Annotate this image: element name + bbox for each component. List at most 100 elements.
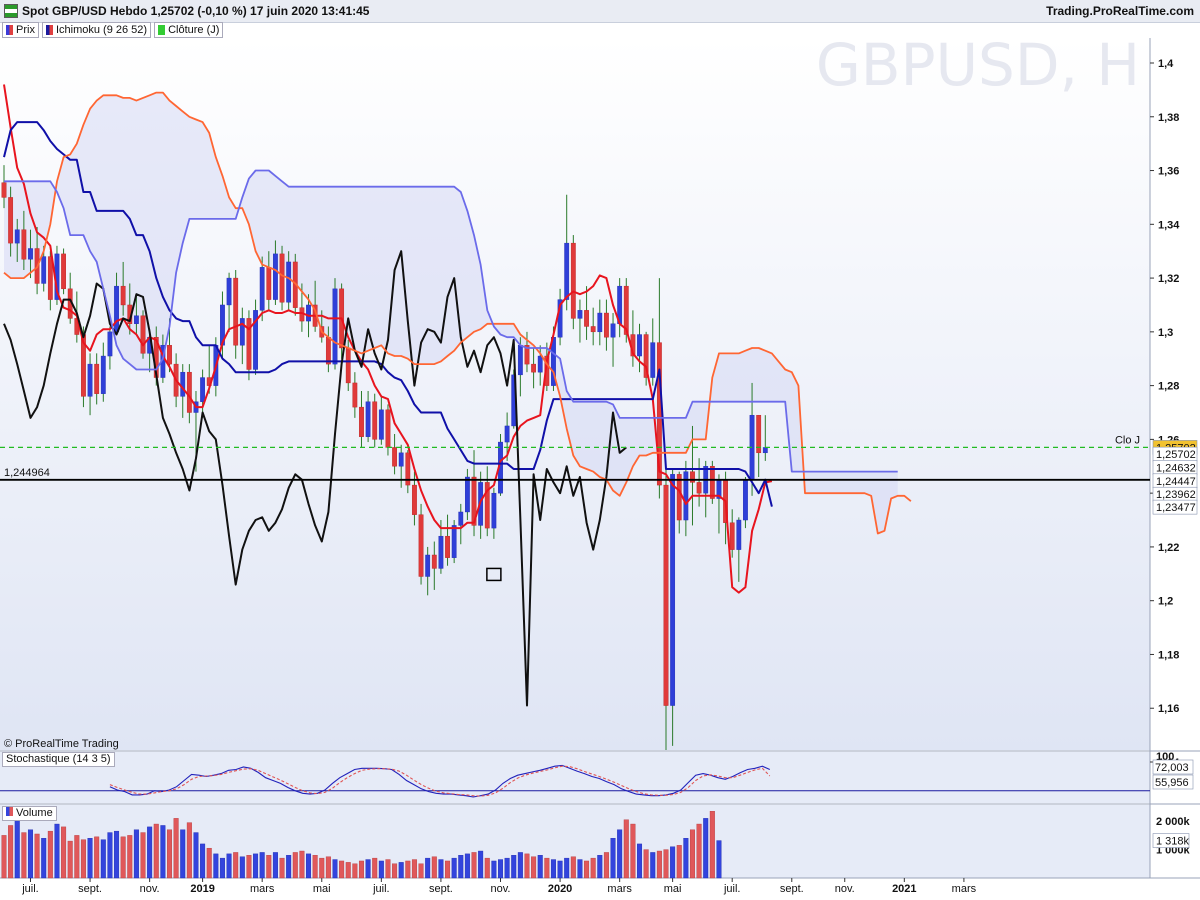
volume-bar (643, 849, 649, 879)
volume-bar (623, 819, 629, 879)
candle (392, 447, 397, 467)
candle (41, 256, 47, 284)
volume-bar (405, 860, 411, 879)
volume-bar (74, 835, 80, 879)
volume-bar (683, 838, 689, 879)
volume-bar (246, 855, 252, 879)
candle (365, 401, 371, 437)
volume-bar (292, 852, 298, 879)
candle (167, 345, 172, 365)
volume-bar (259, 852, 265, 879)
volume-value-label: 1 318k (1156, 836, 1190, 848)
volume-bar (716, 840, 722, 879)
volume-bar (504, 857, 510, 879)
volume-bar (279, 857, 285, 879)
candle (597, 312, 603, 333)
volume-bar (27, 829, 33, 879)
candle (709, 466, 715, 499)
candle (332, 288, 338, 365)
volume-bar (345, 862, 351, 879)
watermark-text: GBPUSD, H (816, 31, 1140, 99)
volume-bar (239, 856, 245, 879)
candle (306, 304, 311, 322)
price-label-text: 1,24447 (1156, 476, 1196, 488)
volume-bar (392, 863, 398, 879)
volume-pane-label[interactable]: Volume (2, 806, 57, 821)
x-tick-label: sept. (429, 883, 453, 895)
candle (61, 253, 66, 290)
candle (28, 248, 33, 260)
candle (359, 406, 364, 437)
volume-bar (67, 840, 73, 879)
volume-bar (206, 847, 212, 879)
volume-bar (21, 832, 27, 879)
y-tick-label: 1,16 (1158, 703, 1179, 715)
x-tick-label: juil. (723, 883, 741, 895)
volume-bar (339, 860, 345, 879)
candle (107, 331, 113, 357)
candle (690, 471, 695, 483)
volume-bar (8, 825, 14, 879)
y-tick-label: 1,22 (1158, 542, 1179, 554)
volume-bar (94, 836, 100, 879)
volume-bar (544, 857, 550, 879)
volume-bar (511, 855, 517, 879)
price-chart[interactable]: GBPUSD, H1,41,381,361,341,321,31,281,261… (0, 0, 1200, 900)
price-label-text: 1,24632 (1156, 463, 1196, 475)
candle (239, 318, 245, 346)
stochastic-pane-label[interactable]: Stochastique (14 3 5) (2, 752, 115, 767)
volume-bar (411, 859, 417, 879)
candle (180, 371, 186, 397)
candle (676, 474, 682, 521)
volume-bar (186, 822, 192, 879)
volume-bar (597, 855, 603, 879)
volume-bar (133, 829, 139, 879)
volume-bar (584, 860, 590, 879)
volume-bar (200, 843, 206, 879)
volume-bar (603, 852, 609, 879)
volume-bar (233, 852, 239, 879)
stochastic-value-label: 72,003 (1155, 762, 1189, 774)
x-tick-label: juil. (21, 883, 39, 895)
volume-bar (14, 819, 20, 879)
volume-bar (358, 860, 364, 879)
volume-swatch-icon (6, 807, 13, 816)
volume-bar (418, 863, 424, 879)
volume-bar (272, 852, 278, 879)
candle (259, 267, 265, 311)
volume-bar (438, 859, 444, 879)
volume-bar (286, 855, 292, 879)
volume-bar (173, 818, 179, 879)
volume-bar (193, 832, 199, 879)
candle (564, 242, 570, 300)
candle (345, 347, 351, 384)
candle (504, 425, 510, 443)
volume-bar (498, 859, 504, 879)
candle (425, 554, 431, 577)
volume-bar (637, 843, 643, 879)
volume-bar (464, 853, 470, 879)
volume-bar (550, 859, 556, 879)
volume-bar (34, 833, 40, 879)
candle (133, 315, 139, 324)
credit-label: © ProRealTime Trading (4, 738, 119, 750)
horizontal-line-label: Clo J (1115, 434, 1140, 446)
candle (610, 323, 616, 338)
volume-bar (709, 811, 715, 879)
candle (286, 261, 292, 303)
candle (445, 535, 450, 558)
stochastic-value-label: 55,956 (1155, 777, 1189, 789)
candle (531, 363, 537, 373)
y-tick-label: 1,2 (1158, 596, 1173, 608)
candle (412, 484, 417, 515)
x-tick-label: nov. (491, 883, 511, 895)
y-tick-label: 1,34 (1158, 219, 1180, 231)
volume-bar (147, 826, 153, 879)
volume-bar (319, 857, 325, 879)
price-label-text: 1,23962 (1156, 489, 1196, 501)
candle (762, 447, 768, 454)
volume-bar (570, 856, 576, 879)
candle (14, 229, 20, 244)
y-tick-label: 1,32 (1158, 273, 1179, 285)
volume-bar (398, 862, 404, 879)
